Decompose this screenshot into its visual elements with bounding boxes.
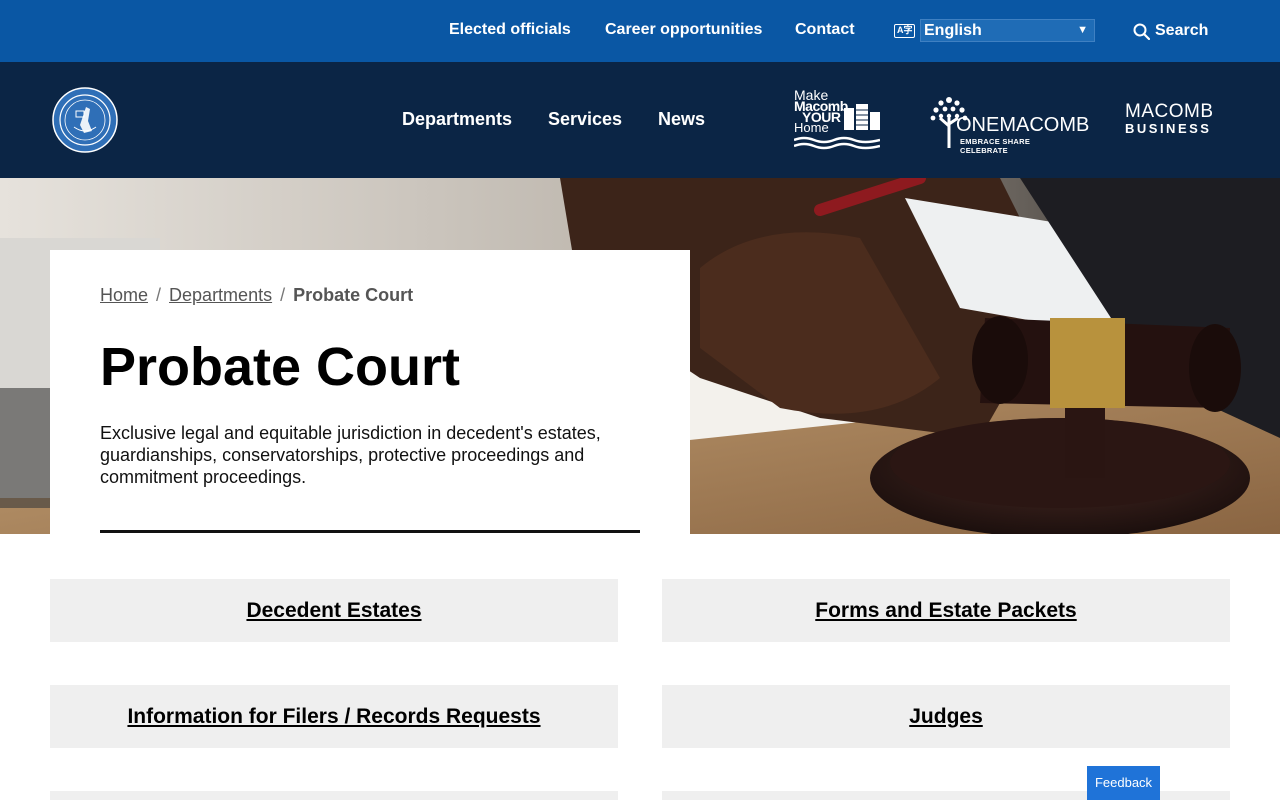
nav-services[interactable]: Services — [548, 62, 622, 178]
macomb-business-line2: BUSINESS — [1125, 121, 1212, 136]
translate-icon: A字 — [894, 24, 915, 38]
elected-officials-link[interactable]: Elected officials — [449, 0, 571, 62]
macomb-business-logo[interactable]: MACOMB BUSINESS — [1125, 101, 1214, 136]
translate-icon-glyph: A字 — [897, 25, 913, 35]
one-macomb-wordmark: ONEMACOMB — [956, 114, 1090, 136]
macomb-business-line1: MACOMB — [1125, 101, 1214, 122]
search-icon — [1133, 23, 1150, 40]
utility-bar: Elected officials Career opportunities C… — [0, 0, 1280, 62]
one-macomb-logo[interactable]: ONEMACOMB EMBRACE SHARE CELEBRATE — [928, 94, 1089, 155]
waves-icon — [794, 136, 880, 150]
make-macomb-your-home-logo[interactable]: Make Macomb YOUR Home — [794, 88, 882, 152]
breadcrumb: Home / Departments / Probate Court — [100, 284, 413, 306]
breadcrumb-departments[interactable]: Departments — [169, 285, 272, 305]
nav-departments[interactable]: Departments — [402, 62, 512, 178]
feedback-button[interactable]: Feedback — [1087, 766, 1160, 800]
tile-decedent-estates[interactable]: Decedent Estates — [50, 579, 618, 642]
breadcrumb-separator: / — [280, 285, 286, 305]
tile-information-for-filers[interactable]: Information for Filers / Records Request… — [50, 685, 618, 748]
nav-news[interactable]: News — [658, 62, 705, 178]
main-header: Departments Services News Make Macomb YO… — [0, 62, 1280, 178]
tile-partial[interactable] — [50, 791, 618, 800]
breadcrumb-separator: / — [156, 285, 162, 305]
language-select[interactable]: English ▼ — [920, 19, 1095, 42]
page-title: Probate Court — [100, 337, 461, 397]
language-selected-value: English — [924, 22, 982, 39]
career-opportunities-link[interactable]: Career opportunities — [605, 0, 762, 62]
county-seal-logo[interactable] — [52, 87, 118, 153]
tile-judges[interactable]: Judges — [662, 685, 1230, 748]
breadcrumb-current: Probate Court — [293, 285, 414, 305]
breadcrumb-home[interactable]: Home — [100, 285, 148, 305]
buildings-icon — [844, 104, 880, 130]
page-description: Exclusive legal and equitable jurisdicti… — [100, 423, 601, 487]
make-macomb-line4: Home — [794, 120, 829, 135]
tile-forms-and-estate-packets[interactable]: Forms and Estate Packets — [662, 579, 1230, 642]
chevron-down-icon: ▼ — [1077, 24, 1088, 36]
divider — [100, 530, 640, 533]
one-macomb-tagline: EMBRACE SHARE CELEBRATE — [960, 137, 1031, 155]
contact-link[interactable]: Contact — [795, 0, 855, 62]
search-button[interactable]: Search — [1133, 0, 1208, 62]
search-label: Search — [1155, 22, 1209, 39]
